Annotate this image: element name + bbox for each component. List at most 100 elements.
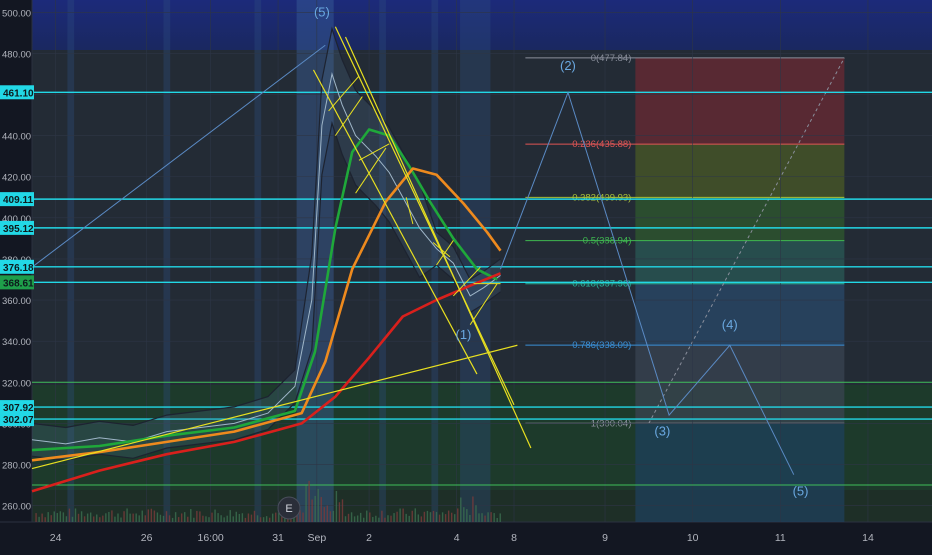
volume-bar xyxy=(487,512,489,522)
earnings-marker[interactable]: E xyxy=(277,496,301,520)
fib-level-label: 0.618(367.96) xyxy=(572,279,631,290)
volume-bar xyxy=(62,512,65,522)
volume-bar xyxy=(275,512,277,522)
y-tick-label: 320.00 xyxy=(2,378,31,389)
volume-bar xyxy=(141,510,143,522)
volume-bar xyxy=(341,499,344,522)
volume-bar xyxy=(144,515,146,522)
volume-bar xyxy=(56,513,59,522)
volume-bar xyxy=(402,508,404,522)
volume-bar xyxy=(211,512,213,522)
volume-bar xyxy=(68,508,71,522)
volume-bar xyxy=(223,517,225,522)
volume-bar xyxy=(478,513,480,522)
fib-band xyxy=(635,345,845,424)
volume-bar xyxy=(326,505,329,522)
volume-bar xyxy=(499,513,501,522)
volume-bar xyxy=(117,513,119,522)
session-band xyxy=(379,0,386,522)
volume-bar xyxy=(241,513,244,522)
volume-bar xyxy=(205,516,207,522)
volume-bar xyxy=(247,513,250,522)
volume-bar xyxy=(493,513,495,522)
volume-bar xyxy=(168,515,171,522)
volume-bar xyxy=(89,512,92,522)
price-tag-label: 376.18 xyxy=(3,263,34,274)
x-tick-label: 14 xyxy=(862,532,874,544)
volume-bar xyxy=(80,511,83,522)
session-band xyxy=(460,0,491,522)
volume-bar xyxy=(305,485,307,522)
volume-bar xyxy=(171,517,174,522)
fib-level-label: 1(300.04) xyxy=(591,418,632,429)
volume-bar xyxy=(38,516,40,522)
volume-bar xyxy=(369,512,371,522)
price-chart[interactable]: 0(477.84)0.236(435.88)0.382(409.93)0.5(3… xyxy=(0,0,932,550)
volume-bar xyxy=(244,517,247,522)
volume-bar xyxy=(86,513,89,522)
y-tick-label: 420.00 xyxy=(2,173,31,184)
volume-bar xyxy=(41,513,43,522)
volume-bar xyxy=(366,510,368,522)
volume-bar xyxy=(123,511,125,522)
volume-bar xyxy=(466,509,468,522)
volume-bar xyxy=(217,513,219,522)
wave-label: (2) xyxy=(560,58,576,73)
volume-bar xyxy=(135,513,137,522)
volume-bar xyxy=(272,513,274,522)
wave-label: (5) xyxy=(793,483,809,498)
volume-bar xyxy=(65,516,68,522)
volume-bar xyxy=(59,511,62,522)
volume-bar xyxy=(153,510,156,522)
x-tick-label: 24 xyxy=(50,532,62,544)
volume-bar xyxy=(454,514,456,522)
volume-bar xyxy=(417,514,420,522)
volume-bar xyxy=(281,516,283,522)
volume-bar xyxy=(190,509,192,522)
volume-bar xyxy=(214,509,216,522)
price-tag-label: 302.07 xyxy=(3,415,34,426)
x-tick-label: 8 xyxy=(511,532,517,544)
x-tick-label: 4 xyxy=(454,532,460,544)
volume-bar xyxy=(83,516,86,522)
volume-bar xyxy=(335,490,338,522)
volume-bar xyxy=(238,513,241,522)
volume-bar xyxy=(457,508,459,522)
volume-bar xyxy=(256,515,259,522)
volume-bar xyxy=(363,517,365,522)
volume-bar xyxy=(268,517,271,522)
fib-level-label: 0.236(435.88) xyxy=(572,139,631,150)
volume-bar xyxy=(126,508,128,522)
volume-bar xyxy=(120,517,122,522)
volume-bar xyxy=(177,517,180,522)
volume-bar xyxy=(329,511,332,522)
volume-bar xyxy=(220,515,222,522)
volume-bar xyxy=(353,516,356,522)
volume-bar xyxy=(114,516,116,522)
y-tick-label: 360.00 xyxy=(2,296,31,307)
volume-bar xyxy=(196,510,198,522)
volume-bar xyxy=(405,513,407,522)
volume-bar xyxy=(420,516,423,522)
volume-bar xyxy=(308,480,310,522)
volume-bar xyxy=(481,513,483,522)
x-tick-label: 9 xyxy=(602,532,608,544)
fib-level-label: 0(477.84) xyxy=(591,53,632,64)
volume-bar xyxy=(74,508,77,522)
y-tick-label: 440.00 xyxy=(2,132,31,143)
volume-bar xyxy=(384,517,386,522)
chart-area[interactable]: 0(477.84) 0.236(435.88) 0.382(409.93) 0.5(3… xyxy=(0,0,932,550)
volume-bar xyxy=(484,515,486,522)
y-tick-label: 260.00 xyxy=(2,502,31,513)
volume-bar xyxy=(93,516,95,522)
volume-bar xyxy=(265,516,268,522)
volume-bar xyxy=(414,508,416,522)
volume-bar xyxy=(44,517,46,522)
x-tick-label: 10 xyxy=(687,532,699,544)
x-tick-label: 31 xyxy=(272,532,284,544)
volume-bar xyxy=(426,510,429,522)
price-tag-label: 368.61 xyxy=(3,278,34,289)
volume-bar xyxy=(378,517,380,522)
volume-bar xyxy=(463,507,465,522)
wave-label: (5) xyxy=(314,4,330,19)
